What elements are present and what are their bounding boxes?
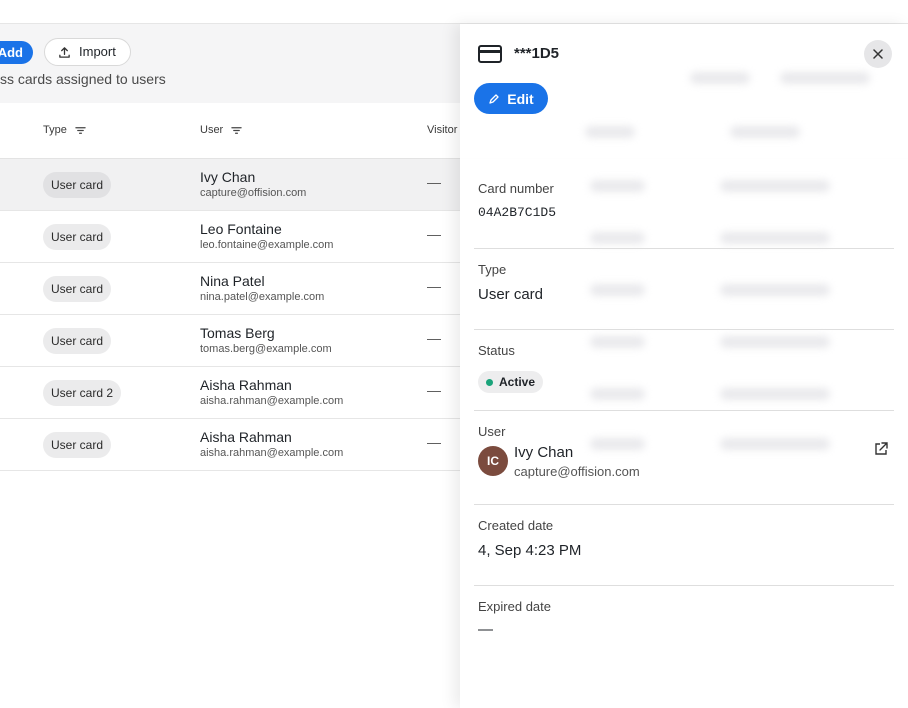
- edit-button[interactable]: Edit: [474, 83, 548, 114]
- card-number-label: Card number: [478, 181, 554, 196]
- column-header-type-label: Type: [43, 124, 67, 136]
- pencil-icon: [489, 93, 499, 104]
- user-name: Tomas Berg: [200, 325, 275, 341]
- card-number-section: Card number 04A2B7C1D5: [474, 181, 894, 249]
- edit-label: Edit: [507, 90, 534, 107]
- avatar: IC: [478, 446, 508, 476]
- status-section: Status Active: [474, 343, 894, 411]
- user-email: aisha.rahman@example.com: [200, 447, 344, 459]
- user-name: Leo Fontaine: [200, 221, 282, 237]
- close-icon: [873, 49, 883, 59]
- expired-date-value: —: [478, 621, 493, 638]
- status-value: Active: [499, 375, 536, 389]
- column-header-user-label: User: [200, 124, 224, 136]
- drawer-title: ***1D5: [514, 45, 560, 62]
- type-badge: User card: [43, 432, 112, 458]
- type-label: Type: [478, 262, 507, 277]
- status-dot-icon: [486, 378, 493, 386]
- page-subtitle: ss cards assigned to users: [0, 71, 166, 87]
- type-badge: User card: [43, 328, 112, 354]
- user-name: Ivy Chan: [514, 444, 574, 461]
- type-value: User card: [478, 286, 544, 303]
- user-email: tomas.berg@example.com: [200, 343, 332, 355]
- import-label: Import: [79, 44, 116, 59]
- user-email: leo.fontaine@example.com: [200, 239, 334, 251]
- user-section: User IC Ivy Chan capture@offision.com: [474, 424, 894, 505]
- type-badge: User card: [43, 172, 112, 198]
- type-badge: User card 2: [43, 380, 122, 406]
- column-header-user[interactable]: User: [200, 124, 242, 136]
- status-badge: Active: [478, 371, 544, 393]
- user-name: Aisha Rahman: [200, 429, 292, 445]
- user-label: User: [478, 424, 506, 439]
- import-button[interactable]: Import: [44, 38, 131, 66]
- upload-icon: [59, 46, 70, 58]
- column-header-visitor[interactable]: Visitor: [427, 124, 457, 136]
- created-date-value: 4, Sep 4:23 PM: [478, 542, 582, 559]
- user-email: capture@offision.com: [514, 464, 640, 479]
- visitor-value: —: [427, 382, 441, 398]
- user-name: Nina Patel: [200, 273, 265, 289]
- filter-icon[interactable]: [231, 125, 242, 136]
- visitor-value: —: [427, 434, 441, 450]
- user-email: aisha.rahman@example.com: [200, 395, 344, 407]
- expired-date-label: Expired date: [478, 599, 551, 614]
- user-email: nina.patel@example.com: [200, 291, 325, 303]
- visitor-value: —: [427, 174, 441, 190]
- type-badge: User card: [43, 224, 112, 250]
- top-bar: [0, 0, 908, 24]
- add-button[interactable]: Add: [0, 41, 33, 64]
- visitor-value: —: [427, 226, 441, 242]
- visitor-value: —: [427, 278, 441, 294]
- filter-icon[interactable]: [75, 125, 86, 136]
- card-detail-drawer: ***1D5 Edit Card number 04A2B7C1D5 Type …: [460, 24, 908, 708]
- type-badge: User card: [43, 276, 112, 302]
- user-name: Ivy Chan: [200, 169, 256, 185]
- user-name: Aisha Rahman: [200, 377, 292, 393]
- type-section: Type User card: [474, 262, 894, 330]
- created-date-label: Created date: [478, 518, 554, 533]
- created-date-section: Created date 4, Sep 4:23 PM: [474, 518, 894, 586]
- column-header-visitor-label: Visitor: [427, 124, 458, 136]
- column-header-type[interactable]: Type: [43, 124, 86, 136]
- close-button[interactable]: [864, 40, 892, 68]
- card-number-value: 04A2B7C1D5: [478, 205, 557, 220]
- external-link-icon[interactable]: [874, 442, 888, 456]
- status-label: Status: [478, 343, 515, 358]
- expired-date-section: Expired date —: [474, 599, 894, 667]
- visitor-value: —: [427, 330, 441, 346]
- user-email: capture@offision.com: [200, 187, 307, 199]
- credit-card-icon: [478, 45, 502, 63]
